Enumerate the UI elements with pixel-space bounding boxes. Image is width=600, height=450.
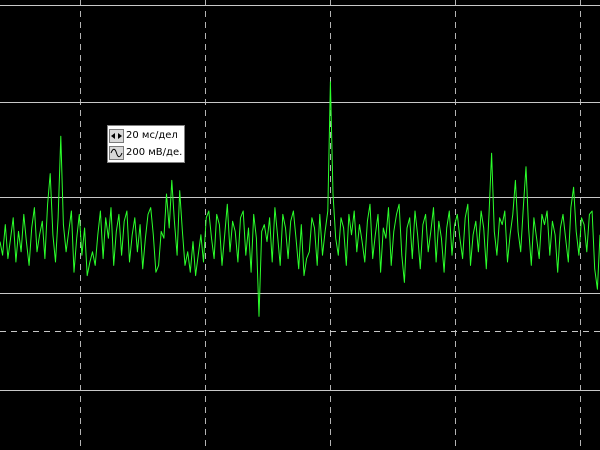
- time-per-division-label: 20 мс/дел: [126, 129, 178, 141]
- scale-info-panel: 20 мс/дел 200 мВ/де.: [107, 125, 186, 163]
- signal-trace: [0, 81, 600, 317]
- graticule: [0, 0, 600, 450]
- oscilloscope-display: [0, 0, 600, 450]
- time-scale-row: 20 мс/дел: [109, 127, 182, 144]
- sine-wave-icon[interactable]: [109, 145, 124, 160]
- horizontal-arrows-icon[interactable]: [109, 128, 124, 143]
- voltage-scale-row: 200 мВ/де.: [109, 144, 182, 161]
- signal-trace-group: [0, 81, 600, 317]
- volts-per-division-label: 200 мВ/де.: [126, 146, 183, 158]
- oscilloscope-screen: 20 мс/дел 200 мВ/де.: [0, 0, 600, 450]
